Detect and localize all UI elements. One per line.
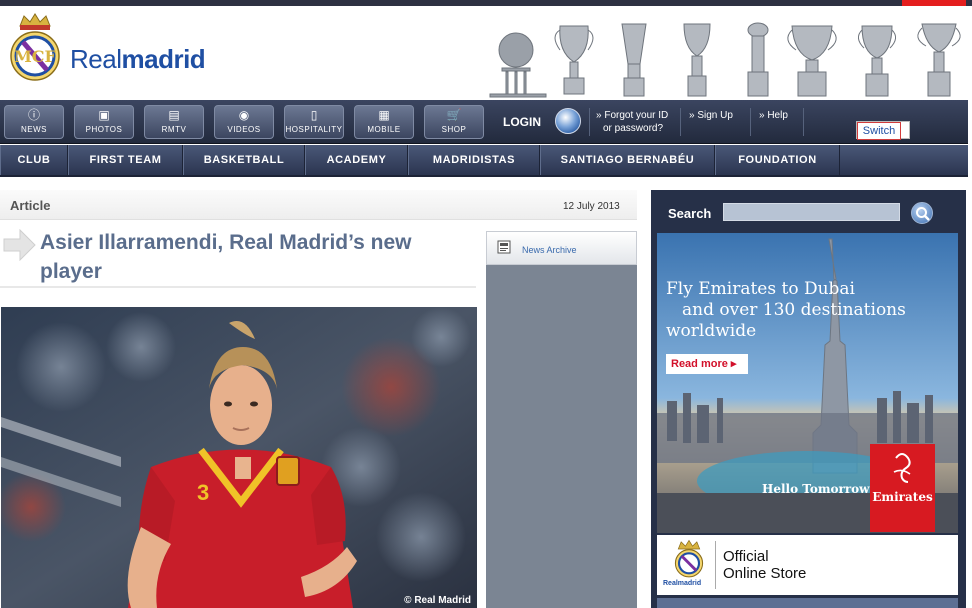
- forgot-line-1: » Forgot your ID: [596, 110, 669, 121]
- nav-hospitality-button[interactable]: ▯ HOSPITALITY: [284, 105, 344, 139]
- svg-text:3: 3: [197, 480, 209, 505]
- divider: [0, 286, 476, 288]
- emirates-emblem-icon: [893, 453, 911, 483]
- nav-mobile-label: MOBILE: [367, 125, 401, 134]
- trophy-icon: [554, 25, 594, 95]
- emirates-logo: Emirates: [870, 444, 935, 532]
- brand-wordmark[interactable]: Realmadrid: [70, 44, 206, 75]
- switch-button[interactable]: Switch: [857, 122, 901, 140]
- nav-news-label: NEWS: [21, 125, 47, 134]
- trophy-icon: [747, 22, 769, 97]
- trophy-icon: [858, 25, 896, 97]
- brand-name-light: Real: [70, 44, 122, 74]
- nav-rmtv-label: RMTV: [161, 125, 187, 134]
- ad-line-3: worldwide: [666, 321, 757, 341]
- cart-icon: 🛒: [446, 108, 462, 122]
- divider: [803, 108, 804, 136]
- search-input[interactable]: [723, 203, 900, 221]
- right-column: Search Fly Emirates to Dubai and over 13…: [651, 190, 966, 608]
- ad-tagline: Hello Tomorrow: [762, 482, 870, 496]
- nav-videos-button[interactable]: ◉ VIDEOS: [214, 105, 274, 139]
- trophy-icon: [787, 25, 837, 97]
- nav-shop-button[interactable]: 🛒 SHOP: [424, 105, 484, 139]
- help-link[interactable]: » Help: [759, 109, 788, 122]
- trophy-cabinet: [489, 22, 961, 98]
- emirates-ad-banner[interactable]: Fly Emirates to Dubai and over 130 desti…: [657, 233, 958, 533]
- ad-line-1: Fly Emirates to Dubai: [666, 279, 855, 299]
- trophy-icon: [683, 23, 711, 97]
- article-sidebar: News Archive: [486, 231, 637, 608]
- svg-text:MCF: MCF: [14, 47, 56, 66]
- search-button[interactable]: [911, 202, 933, 224]
- forgot-line-2: or password?: [603, 123, 664, 134]
- article-photo[interactable]: 3 © Real Madrid: [1, 307, 477, 608]
- nav-rmtv-button[interactable]: ▤ RMTV: [144, 105, 204, 139]
- section-nav-madridistas[interactable]: MADRIDISTAS: [408, 145, 540, 175]
- section-nav-santiago-bernabeu[interactable]: SANTIAGO BERNABÉU: [540, 145, 715, 175]
- news-archive-link[interactable]: News Archive: [486, 231, 637, 265]
- article-header-bar: Article 12 July 2013: [0, 190, 637, 220]
- brand-name-bold: madrid: [121, 44, 206, 74]
- nav-photos-label: PHOTOS: [85, 125, 123, 134]
- search-icon: [916, 207, 930, 221]
- nav-hospitality-label: HOSPITALITY: [285, 125, 343, 134]
- read-more-button[interactable]: Read more ▸: [666, 354, 748, 374]
- divider: [680, 108, 681, 136]
- login-globe-icon[interactable]: [555, 108, 581, 134]
- club-crest-icon: [674, 539, 704, 578]
- photo-icon: ▣: [98, 108, 110, 122]
- divider: [589, 108, 590, 136]
- news-archive-label: News Archive: [522, 245, 577, 255]
- article-title: Asier Illarramendi, Real Madrid’s new pl…: [40, 231, 412, 283]
- tv-icon: ▤: [168, 108, 180, 122]
- club-crest-logo[interactable]: MCF: [8, 12, 62, 84]
- forgot-id-link[interactable]: » Forgot your ID or password?: [596, 109, 668, 135]
- arrow-right-icon: [3, 229, 36, 261]
- nav-shop-label: SHOP: [441, 125, 467, 134]
- article-date: 12 July 2013: [563, 201, 620, 212]
- switch-container: Switch: [856, 121, 910, 140]
- section-nav-first-team[interactable]: FIRST TEAM: [68, 145, 183, 175]
- archive-icon: [497, 240, 511, 254]
- hospitality-icon: ▯: [310, 108, 318, 122]
- login-link[interactable]: LOGIN: [503, 115, 541, 129]
- nav-mobile-button[interactable]: ▦ MOBILE: [354, 105, 414, 139]
- photo-credit: © Real Madrid: [404, 595, 471, 606]
- site-header: MCF Realmadrid: [0, 6, 972, 100]
- search-label: Search: [668, 206, 712, 221]
- section-nav-academy[interactable]: ACADEMY: [305, 145, 408, 175]
- section-nav-club[interactable]: CLUB: [0, 145, 68, 175]
- nav-videos-label: VIDEOS: [227, 125, 261, 134]
- section-nav-foundation[interactable]: FOUNDATION: [715, 145, 840, 175]
- divider: [715, 541, 716, 589]
- video-icon: ◉: [238, 108, 250, 122]
- section-nav-basketball[interactable]: BASKETBALL: [183, 145, 305, 175]
- section-nav-bar: CLUB FIRST TEAM BASKETBALL ACADEMY MADRI…: [0, 145, 968, 177]
- store-brand-label: Realmadrid: [663, 580, 702, 587]
- divider: [750, 108, 751, 136]
- sign-up-link[interactable]: » Sign Up: [689, 109, 733, 122]
- nav-news-button[interactable]: ⓘ NEWS: [4, 105, 64, 139]
- official-store-banner[interactable]: Realmadrid Official Online Store: [657, 535, 958, 595]
- info-icon: ⓘ: [27, 108, 40, 122]
- player-photo-illustration: 3: [1, 307, 477, 608]
- store-line-1: Official: [723, 548, 769, 565]
- store-line-2: Online Store: [723, 565, 807, 582]
- ad-headline: Fly Emirates to Dubai and over 130 desti…: [666, 279, 906, 342]
- store-title: Official Online Store: [723, 548, 806, 582]
- emirates-logo-text: Emirates: [872, 490, 933, 504]
- bottom-banner-strip: [657, 598, 958, 608]
- nav-photos-button[interactable]: ▣ PHOTOS: [74, 105, 134, 139]
- main-nav-bar: ⓘ NEWS ▣ PHOTOS ▤ RMTV ◉ VIDEOS ▯ HOSPIT…: [0, 100, 968, 144]
- article-section-label: Article: [10, 198, 51, 213]
- ad-line-2: and over 130 destinations: [682, 300, 906, 320]
- trophy-icon: [621, 23, 647, 97]
- trophy-icon: [489, 32, 547, 98]
- trophy-icon: [917, 23, 961, 97]
- mobile-icon: ▦: [378, 108, 390, 122]
